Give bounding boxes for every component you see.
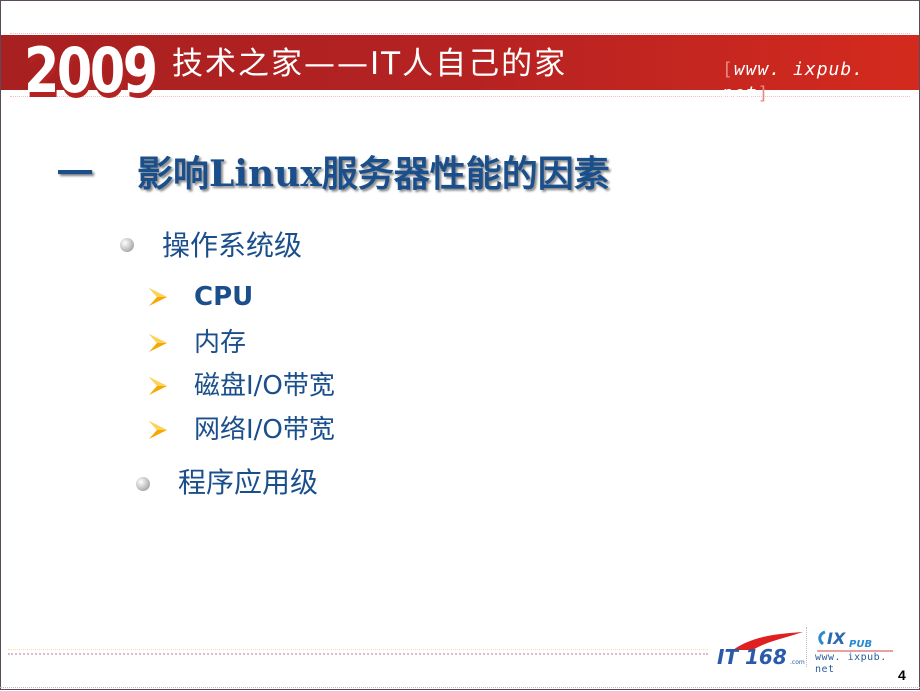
banner-url: [www. ixpub. net] (722, 58, 920, 106)
footer-logo-divider (806, 627, 807, 667)
sub-item-network-io: 网络I/O带宽 (194, 415, 335, 445)
svg-text:IX: IX (827, 629, 846, 648)
sub-item-cpu: CPU (194, 282, 254, 312)
slide-title: 一 影响Linux服务器性能的因素 (57, 150, 610, 198)
bullet-ball-icon (136, 477, 150, 491)
title-text: 影响Linux服务器性能的因素 (137, 153, 610, 195)
url-close-bracket: ] (757, 83, 770, 104)
it168-logo-icon: IT 168 .com (717, 632, 805, 668)
arrow-bullet-icon (149, 377, 167, 395)
url-text: www. ixpub. net (722, 59, 865, 104)
svg-text:168: 168 (745, 645, 787, 668)
banner-year: 2009 (24, 34, 158, 107)
slide-bottom-border (0, 687, 920, 691)
arrow-bullet-icon (149, 421, 167, 439)
arrow-bullet-icon (149, 334, 167, 352)
bullet-ball-icon (120, 238, 134, 252)
svg-text:IT: IT (717, 645, 739, 668)
url-open-bracket: [ (722, 59, 734, 80)
footer-dotline-yellow (8, 649, 708, 650)
svg-text:.com: .com (790, 659, 805, 666)
sub-item-memory: 内存 (194, 328, 247, 358)
arrow-bullet-icon (149, 288, 167, 306)
bullet-item: 程序应用级 (178, 466, 319, 499)
sub-item-disk-io: 磁盘I/O带宽 (194, 371, 335, 401)
bullet-item: 操作系统级 (162, 229, 303, 262)
ixpub-logo-url: www. ixpub. net (815, 652, 887, 675)
footer-dotline (8, 653, 708, 655)
title-number: 一 (57, 153, 94, 195)
banner-slogan: 技术之家——IT人自己的家 (172, 46, 568, 82)
svg-text:PUB: PUB (849, 639, 872, 650)
page-number: 4 (898, 667, 906, 683)
